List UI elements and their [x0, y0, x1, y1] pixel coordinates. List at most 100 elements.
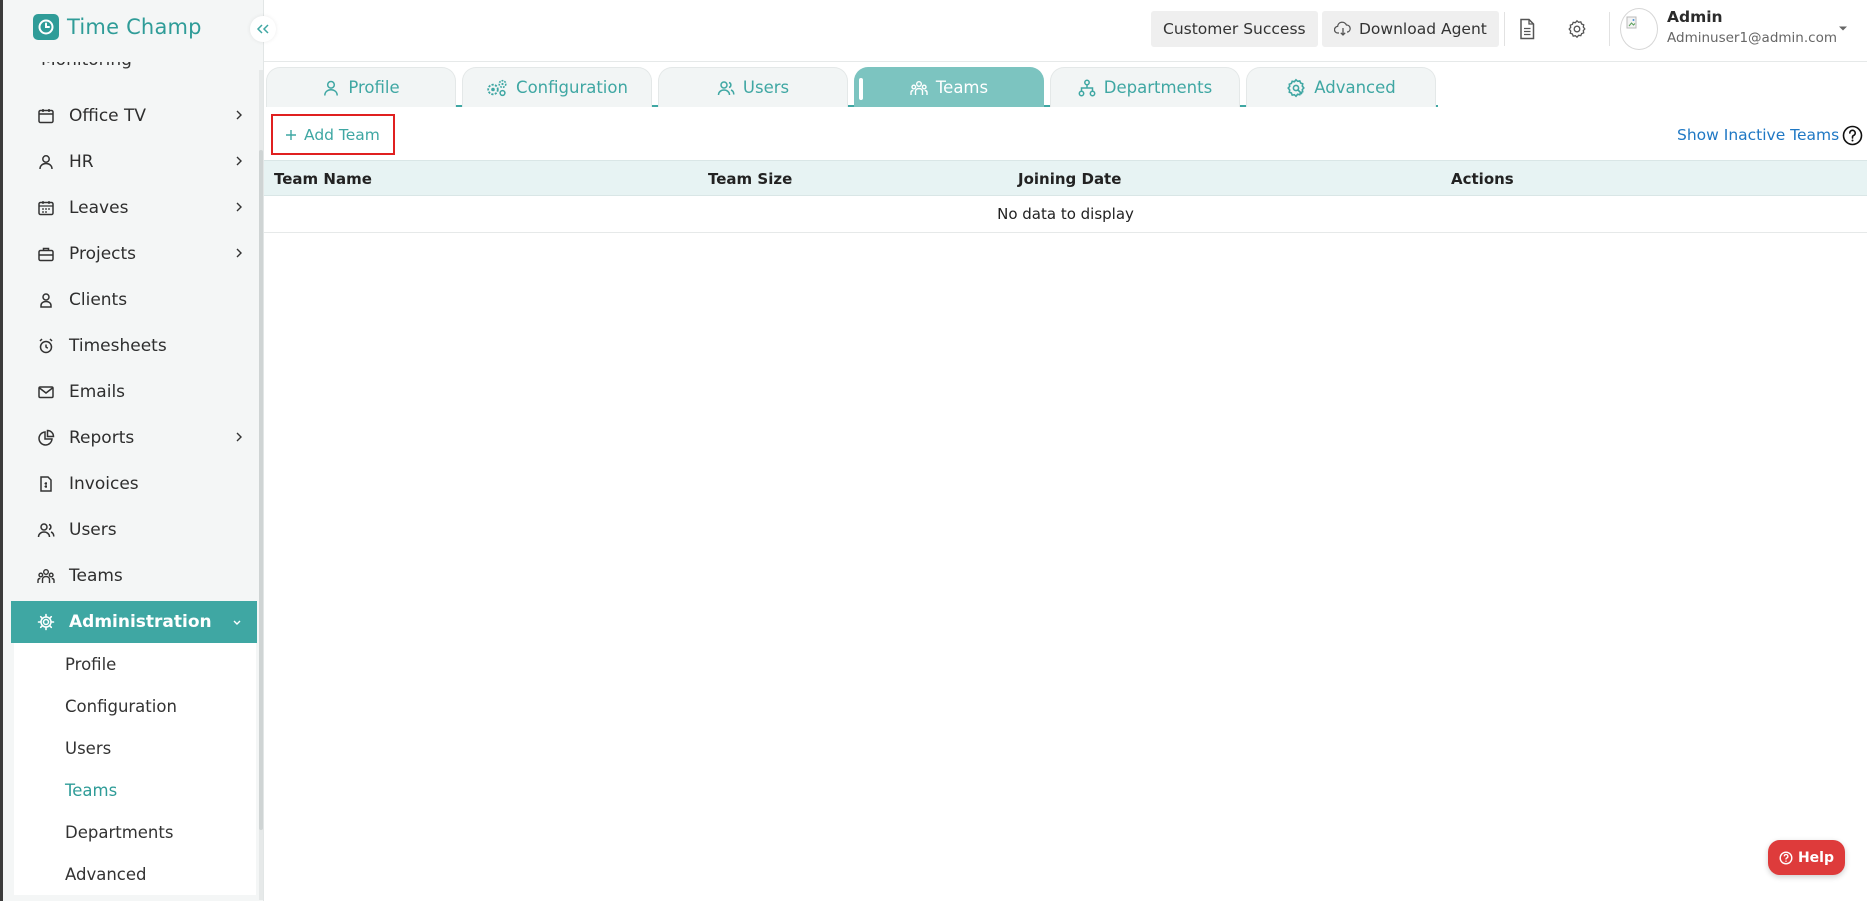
document-icon: [1520, 18, 1535, 40]
download-agent-label: Download Agent: [1359, 20, 1487, 38]
customer-success-label: Customer Success: [1163, 20, 1306, 38]
sidebar-item-label: Invoices: [69, 474, 139, 494]
tab-configuration[interactable]: Configuration: [462, 67, 652, 107]
submenu-item-profile[interactable]: Profile: [14, 643, 256, 685]
tab-label: Profile: [348, 78, 400, 97]
sidebar-item-label: Clients: [69, 290, 128, 310]
sidebar-item-label: Administration: [69, 612, 212, 632]
column-actions: Actions: [1451, 170, 1514, 188]
person-icon: [39, 155, 53, 170]
sidebar-item-emails[interactable]: Emails: [11, 369, 257, 415]
add-team-button[interactable]: Add Team: [271, 114, 395, 155]
sidebar-item-label: Teams: [69, 566, 123, 586]
advanced-gear-icon: [1287, 78, 1306, 97]
avatar[interactable]: [1620, 8, 1658, 50]
cloud-download-icon: [1334, 21, 1351, 36]
tab-label: Departments: [1103, 78, 1213, 97]
user-name: Admin: [1667, 8, 1723, 26]
user-menu-toggle[interactable]: [1838, 25, 1848, 32]
chevron-right-icon: [236, 110, 242, 120]
column-team-name[interactable]: Team Name: [274, 170, 372, 188]
chevron-right-icon: [236, 156, 242, 166]
sidebar-item-label: Office TV: [69, 106, 147, 126]
teams-icon: [37, 569, 55, 583]
broken-image-icon: [1626, 16, 1637, 29]
sidebar-item-invoices[interactable]: Invoices: [11, 461, 257, 507]
sidebar-scrollbar-thumb[interactable]: [259, 150, 263, 830]
app-name: Time Champ: [67, 15, 202, 39]
column-joining-date[interactable]: Joining Date: [1018, 170, 1121, 188]
chevron-right-icon: [236, 202, 242, 212]
hierarchy-icon: [1078, 79, 1096, 96]
chevron-right-icon: [236, 432, 242, 442]
submenu-item-users[interactable]: Users: [14, 727, 256, 769]
calendar-icon: [38, 109, 54, 124]
settings-button[interactable]: [1567, 19, 1587, 39]
submenu-item-departments[interactable]: Departments: [14, 811, 256, 853]
plus-icon: [286, 129, 296, 140]
time-champ-logo-icon: [33, 14, 59, 40]
alarm-clock-icon: [39, 338, 53, 354]
sidebar-item-teams[interactable]: Teams: [11, 553, 257, 599]
chevron-right-icon: [236, 248, 242, 258]
show-inactive-teams-link[interactable]: Show Inactive Teams: [1677, 126, 1839, 144]
users-icon: [37, 523, 55, 538]
question-circle-icon: [1842, 125, 1863, 146]
sidebar-item-projects[interactable]: Projects: [11, 231, 257, 277]
collapse-sidebar-button[interactable]: [250, 16, 276, 42]
client-icon: [40, 293, 52, 308]
header-divider: [1504, 12, 1505, 46]
empty-table-message: No data to display: [264, 196, 1867, 233]
sidebar: Time Champ Monitoring Office TV HR Leave…: [0, 0, 264, 901]
sidebar-item-reports[interactable]: Reports: [11, 415, 257, 461]
add-team-label: Add Team: [304, 125, 380, 144]
customer-success-button[interactable]: Customer Success: [1151, 11, 1318, 47]
sidebar-item-hr[interactable]: HR: [11, 139, 257, 185]
admin-tabs: Profile Configuration Users Teams Depart…: [266, 67, 1438, 107]
tab-teams[interactable]: Teams: [854, 67, 1044, 107]
help-button[interactable]: Help: [1768, 840, 1845, 875]
tab-label: Users: [742, 78, 790, 97]
tab-users[interactable]: Users: [658, 67, 848, 107]
download-agent-button[interactable]: Download Agent: [1322, 11, 1499, 47]
sidebar-item-label: Leaves: [69, 198, 129, 218]
help-question-button[interactable]: [1842, 125, 1863, 146]
tab-label: Teams: [935, 78, 989, 97]
sidebar-nav: Office TV HR Leaves Projects Clients Tim…: [11, 93, 257, 895]
sidebar-item-label: HR: [69, 152, 94, 172]
column-team-size[interactable]: Team Size: [708, 170, 792, 188]
sidebar-item-timesheets[interactable]: Timesheets: [11, 323, 257, 369]
administration-submenu: Profile Configuration Users Teams Depart…: [14, 643, 256, 895]
tab-advanced[interactable]: Advanced: [1246, 67, 1436, 107]
chevron-down-icon: [233, 620, 241, 625]
submenu-item-advanced[interactable]: Advanced: [14, 853, 256, 895]
tab-profile[interactable]: Profile: [266, 67, 456, 107]
header-divider: [1609, 12, 1610, 46]
submenu-item-configuration[interactable]: Configuration: [14, 685, 256, 727]
calendar-grid-icon: [38, 201, 54, 216]
teams-table-header: Team Name Team Size Joining Date Actions: [264, 160, 1867, 196]
brand[interactable]: Time Champ: [33, 14, 202, 40]
sidebar-item-users[interactable]: Users: [11, 507, 257, 553]
users-icon: [717, 80, 735, 95]
tab-label: Configuration: [516, 78, 628, 97]
sidebar-item-administration[interactable]: Administration: [11, 601, 257, 643]
sidebar-item-clients[interactable]: Clients: [11, 277, 257, 323]
gear-icon: [37, 613, 55, 631]
tab-label: Advanced: [1314, 78, 1396, 97]
submenu-item-teams[interactable]: Teams: [14, 769, 256, 811]
document-button[interactable]: [1517, 18, 1537, 40]
help-circle-icon: [1779, 850, 1793, 865]
gears-icon: [487, 79, 507, 96]
invoice-icon: [40, 476, 52, 492]
sidebar-item-office-tv[interactable]: Office TV: [11, 93, 257, 139]
sidebar-item-leaves[interactable]: Leaves: [11, 185, 257, 231]
sidebar-item-cutoff[interactable]: Monitoring: [41, 62, 161, 72]
person-icon: [324, 80, 339, 96]
double-chevron-left-icon: [256, 24, 269, 34]
user-email: Adminuser1@admin.com: [1667, 30, 1837, 46]
caret-down-icon: [1839, 26, 1847, 31]
tab-departments[interactable]: Departments: [1050, 67, 1240, 107]
mail-icon: [38, 386, 54, 399]
briefcase-icon: [38, 247, 54, 262]
